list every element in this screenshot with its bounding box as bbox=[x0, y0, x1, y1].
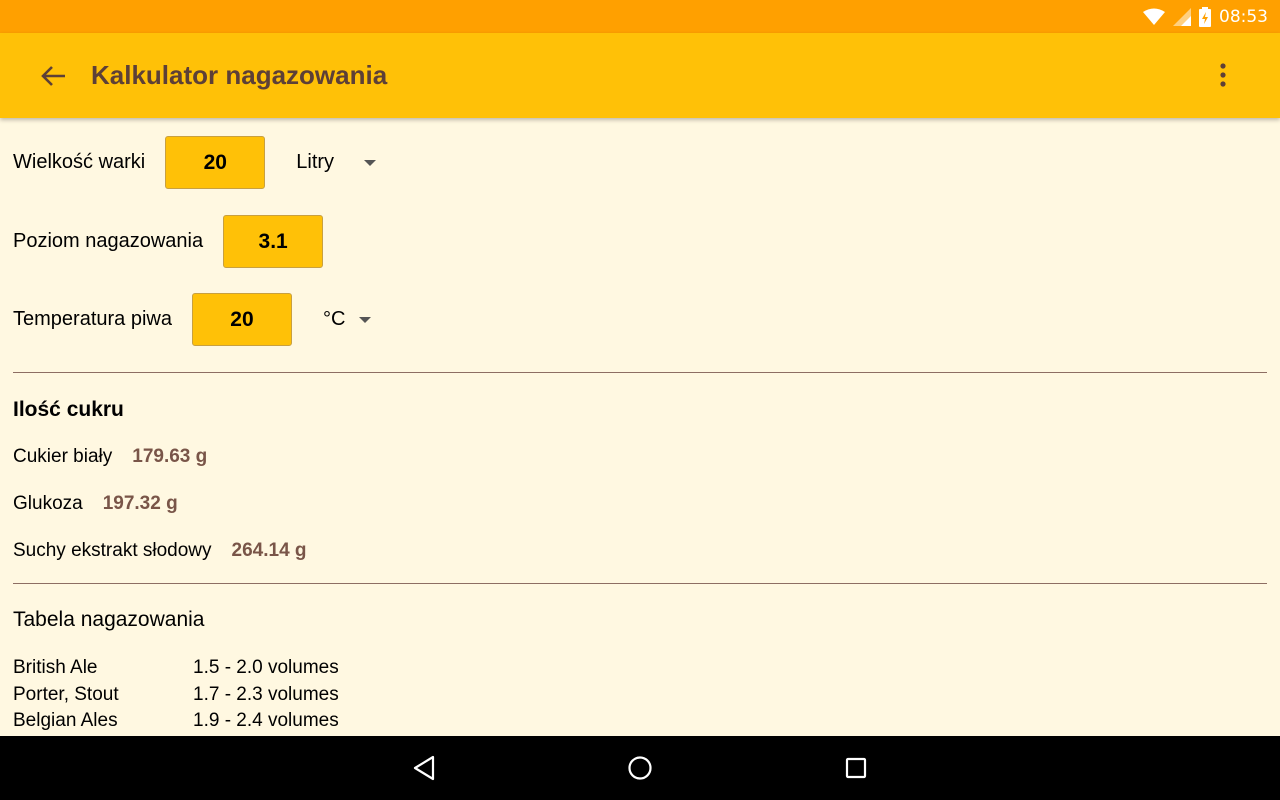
sugar-amount: 197.32 g bbox=[102, 493, 178, 514]
divider bbox=[13, 583, 1267, 584]
nav-home-button[interactable] bbox=[590, 736, 690, 800]
dropdown-arrow-icon bbox=[359, 316, 372, 323]
back-button[interactable] bbox=[30, 52, 78, 100]
carbonation-level-row: Poziom nagazowania 3.1 bbox=[13, 215, 324, 268]
main-content: Wielkość warki 20 Litry Poziom nagazowan… bbox=[0, 118, 1280, 736]
beer-style: British Ale bbox=[13, 657, 98, 678]
beer-temperature-row: Temperatura piwa 20 °C bbox=[13, 293, 372, 346]
carbonation-range: 1.9 - 2.4 volumes bbox=[193, 710, 339, 731]
table-row: Belgian Ales 1.9 - 2.4 volumes bbox=[13, 710, 339, 732]
sugar-result-row: Cukier biały 179.63 g bbox=[13, 446, 207, 468]
status-bar: 08:53 bbox=[0, 0, 1280, 33]
sugar-type-label: Cukier biały bbox=[13, 446, 113, 467]
beer-temperature-input[interactable]: 20 bbox=[191, 293, 292, 346]
nav-back-button[interactable] bbox=[374, 736, 474, 800]
beer-style: Belgian Ales bbox=[13, 710, 118, 731]
sugar-type-label: Suchy ekstrakt słodowy bbox=[13, 540, 212, 561]
carbonation-level-input[interactable]: 3.1 bbox=[223, 215, 324, 268]
sugar-type-label: Glukoza bbox=[13, 493, 83, 514]
navigation-bar bbox=[0, 736, 1280, 800]
temperature-unit-dropdown[interactable]: °C bbox=[322, 308, 372, 331]
clock: 08:53 bbox=[1219, 6, 1268, 27]
square-recents-icon bbox=[845, 757, 867, 779]
carbonation-table-title: Tabela nagazowania bbox=[13, 608, 205, 631]
divider bbox=[13, 372, 1267, 373]
volume-unit-value: Litry bbox=[296, 151, 335, 173]
table-row: Porter, Stout 1.7 - 2.3 volumes bbox=[13, 684, 339, 706]
carbonation-level-label: Poziom nagazowania bbox=[13, 230, 204, 252]
sugar-amount: 179.63 g bbox=[132, 446, 208, 467]
signal-icon bbox=[1173, 7, 1191, 26]
temperature-unit-value: °C bbox=[322, 308, 346, 330]
beer-temperature-label: Temperatura piwa bbox=[13, 308, 172, 330]
page-title: Kalkulator nagazowania bbox=[91, 60, 388, 90]
sugar-amount: 264.14 g bbox=[231, 540, 307, 561]
more-vert-icon bbox=[1220, 63, 1226, 87]
volume-unit-dropdown[interactable]: Litry bbox=[296, 151, 377, 174]
sugar-result-row: Glukoza 197.32 g bbox=[13, 493, 178, 515]
beer-style: Porter, Stout bbox=[13, 684, 119, 705]
app-bar: Kalkulator nagazowania bbox=[0, 33, 1280, 118]
sugar-section-title: Ilość cukru bbox=[13, 398, 124, 421]
dropdown-arrow-icon bbox=[364, 159, 377, 166]
carbonation-range: 1.7 - 2.3 volumes bbox=[193, 684, 339, 705]
nav-recents-button[interactable] bbox=[806, 736, 906, 800]
circle-home-icon bbox=[628, 756, 652, 780]
batch-size-label: Wielkość warki bbox=[13, 151, 146, 173]
arrow-back-icon bbox=[41, 65, 65, 86]
batch-size-input[interactable]: 20 bbox=[165, 136, 266, 189]
sugar-result-row: Suchy ekstrakt słodowy 264.14 g bbox=[13, 540, 307, 562]
triangle-back-icon bbox=[413, 755, 435, 781]
batch-size-row: Wielkość warki 20 Litry bbox=[13, 136, 377, 189]
carbonation-range: 1.5 - 2.0 volumes bbox=[193, 657, 339, 678]
battery-charging-icon bbox=[1199, 6, 1211, 27]
wifi-icon bbox=[1143, 8, 1165, 26]
overflow-menu-button[interactable] bbox=[1199, 51, 1247, 99]
table-row: British Ale 1.5 - 2.0 volumes bbox=[13, 657, 339, 679]
